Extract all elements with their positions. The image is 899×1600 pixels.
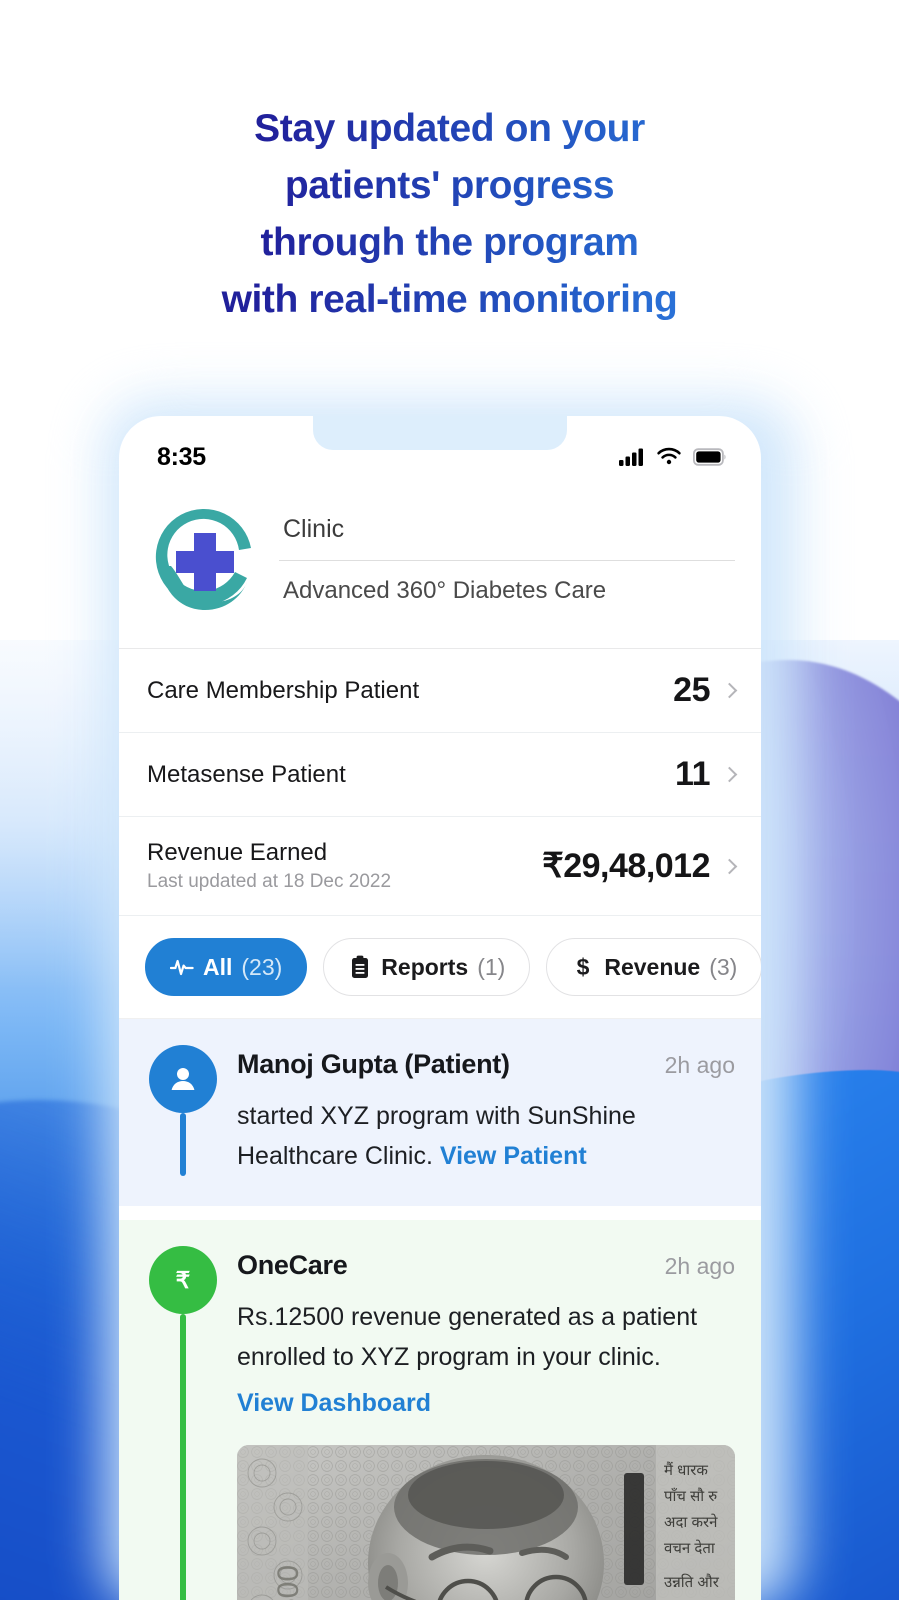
clinic-name: Clinic xyxy=(279,515,735,561)
wifi-icon xyxy=(657,447,681,465)
stat-left: Revenue Earned Last updated at 18 Dec 20… xyxy=(147,839,391,893)
feed-marker: ₹ xyxy=(149,1246,217,1600)
stat-label: Metasense Patient xyxy=(147,760,346,788)
banknote-image: 500 मैं धारक पाँच सौ रु अदा करने वचन देत… xyxy=(237,1445,735,1600)
filter-chips-bar[interactable]: All (23) Reports (1) $ Revenue (3) xyxy=(119,916,761,1019)
feed-title: OneCare xyxy=(237,1250,348,1280)
clipboard-icon xyxy=(348,955,372,979)
svg-text:अदा करने: अदा करने xyxy=(664,1513,718,1531)
svg-text:$: $ xyxy=(577,954,590,980)
headline-line-3: through the program xyxy=(260,221,639,264)
stat-value: 11 xyxy=(675,755,710,793)
feed-timestamp: 2h ago xyxy=(664,1253,735,1279)
activity-feed: Manoj Gupta (Patient) 2h ago started XYZ… xyxy=(119,1019,761,1600)
battery-icon xyxy=(693,448,726,466)
phone-notch xyxy=(295,416,585,450)
clinic-header: Clinic Advanced 360° Diabetes Care xyxy=(119,492,761,649)
feed-body: Manoj Gupta (Patient) 2h ago started XYZ… xyxy=(237,1045,735,1176)
headline-line-4: with real-time monitoring xyxy=(221,278,678,321)
feed-divider xyxy=(119,1206,761,1220)
feed-item-patient[interactable]: Manoj Gupta (Patient) 2h ago started XYZ… xyxy=(119,1019,761,1206)
svg-text:मैं धारक: मैं धारक xyxy=(664,1461,708,1479)
svg-text:उन्नति और: उन्नति और xyxy=(664,1573,720,1591)
stat-value: 25 xyxy=(673,671,710,709)
headline-line-2: patients' progress xyxy=(284,164,615,207)
feed-head: Manoj Gupta (Patient) 2h ago xyxy=(237,1049,735,1080)
chip-label: All xyxy=(203,953,233,980)
person-icon xyxy=(149,1045,217,1113)
status-bar-icons xyxy=(619,441,727,467)
stat-right: 11 xyxy=(675,755,738,794)
stat-label: Care Membership Patient xyxy=(147,676,420,704)
status-bar-time: 8:35 xyxy=(157,442,206,471)
chip-count: (3) xyxy=(709,953,738,980)
chip-all[interactable]: All (23) xyxy=(145,938,308,996)
signal-icon xyxy=(619,448,643,466)
clinic-tagline: Advanced 360° Diabetes Care xyxy=(283,577,607,604)
feed-text: started XYZ program with SunShine Health… xyxy=(237,1096,735,1176)
chevron-right-icon xyxy=(721,858,738,874)
chip-label: Reports xyxy=(381,953,469,980)
chip-revenue[interactable]: $ Revenue (3) xyxy=(546,938,761,996)
feed-connector-line xyxy=(180,1113,186,1176)
svg-text:500: 500 xyxy=(272,1565,305,1600)
feed-head: OneCare 2h ago xyxy=(237,1250,735,1281)
headline-line-1: Stay updated on your xyxy=(254,107,645,150)
feed-marker xyxy=(149,1045,217,1176)
clinic-logo-icon xyxy=(147,502,263,618)
rupee-icon: ₹ xyxy=(149,1246,217,1314)
stats-list: Care Membership Patient 25 Metasense Pat… xyxy=(119,649,761,916)
stat-value: ₹29,48,012 xyxy=(542,847,710,885)
chip-count: (1) xyxy=(477,953,506,980)
phone-mockup: 8:35 Clinic Advanced 360° Diabetes Care … xyxy=(119,416,761,1600)
dollar-icon: $ xyxy=(571,954,595,980)
svg-text:वचन देता: वचन देता xyxy=(664,1539,716,1557)
stat-row-care-membership[interactable]: Care Membership Patient 25 xyxy=(119,649,761,733)
chip-reports[interactable]: Reports (1) xyxy=(323,938,531,996)
stat-sublabel: Last updated at 18 Dec 2022 xyxy=(147,871,392,892)
svg-text:पाँच सौ रु: पाँच सौ रु xyxy=(664,1487,718,1505)
view-dashboard-link[interactable]: View Dashboard xyxy=(237,1389,431,1417)
feed-text: Rs.12500 revenue generated as a patient … xyxy=(237,1303,698,1371)
stat-label: Revenue Earned xyxy=(147,839,328,866)
feed-link-row: View Dashboard xyxy=(237,1383,735,1423)
feed-item-revenue[interactable]: ₹ OneCare 2h ago Rs.12500 revenue genera… xyxy=(119,1220,761,1600)
chevron-right-icon xyxy=(721,766,738,783)
stat-right: 25 xyxy=(673,671,738,710)
svg-text:₹: ₹ xyxy=(176,1267,191,1293)
view-patient-link[interactable]: View Patient xyxy=(440,1142,587,1170)
clinic-text-block: Clinic Advanced 360° Diabetes Care xyxy=(279,515,735,605)
chip-label: Revenue xyxy=(604,953,701,980)
chip-count: (23) xyxy=(241,953,283,980)
stat-right: ₹29,48,012 xyxy=(542,846,738,886)
feed-body: OneCare 2h ago Rs.12500 revenue generate… xyxy=(237,1246,735,1600)
feed-timestamp: 2h ago xyxy=(664,1052,735,1078)
feed-title: Manoj Gupta (Patient) xyxy=(237,1049,510,1079)
chevron-right-icon xyxy=(721,682,738,699)
stat-row-revenue-earned[interactable]: Revenue Earned Last updated at 18 Dec 20… xyxy=(119,817,761,916)
stat-left: Metasense Patient xyxy=(147,761,346,789)
stat-row-metasense[interactable]: Metasense Patient 11 xyxy=(119,733,761,817)
page-headline: Stay updated on your patients' progress … xyxy=(0,100,899,328)
stat-left: Care Membership Patient xyxy=(147,677,419,705)
pulse-icon xyxy=(170,955,194,979)
feed-connector-line xyxy=(180,1314,186,1600)
